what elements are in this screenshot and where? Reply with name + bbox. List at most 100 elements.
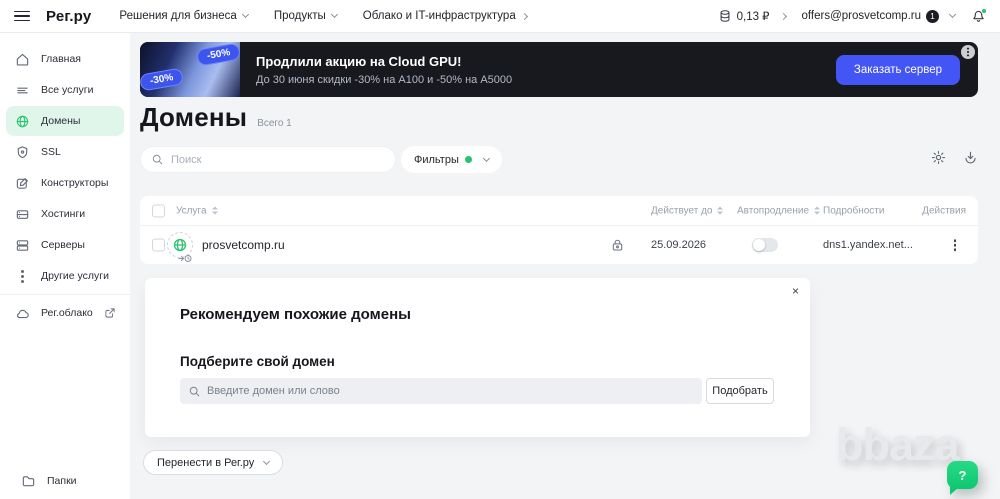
domain-status-icon <box>167 232 193 262</box>
sidebar-divider <box>0 294 130 295</box>
sidebar: Главная Все услуги Домены SSL Конструкто… <box>0 33 130 499</box>
order-server-button[interactable]: Заказать сервер <box>835 54 960 85</box>
chevron-down-icon <box>330 10 338 19</box>
sidebar-item-regcloud[interactable]: Рег.облако <box>6 298 124 328</box>
notifications-badge: 1 <box>926 9 939 23</box>
sidebar-item-hostings[interactable]: Хостинги <box>6 199 124 229</box>
column-actions: Действия <box>922 205 966 216</box>
chevron-down-icon <box>948 10 957 19</box>
logo[interactable]: Рег.ру <box>46 8 91 25</box>
domain-search-box <box>180 378 702 404</box>
recommendation-title: Рекомендуем похожие домены <box>180 306 411 323</box>
search-box <box>140 146 396 173</box>
page-title: Домены <box>140 102 248 132</box>
notifications-button[interactable] <box>971 7 987 24</box>
nav-business-solutions[interactable]: Решения для бизнеса <box>119 10 249 22</box>
row-checkbox[interactable] <box>152 238 165 252</box>
pending-transfer-icon <box>178 254 192 263</box>
search-input[interactable] <box>171 153 385 166</box>
autorenew-toggle[interactable] <box>752 238 778 252</box>
globe-icon <box>16 115 29 127</box>
watermark: bbaza <box>836 419 960 470</box>
ellipsis-icon <box>21 274 24 278</box>
close-icon[interactable]: × <box>792 284 799 298</box>
search-icon <box>189 386 200 396</box>
total-count: Всего 1 <box>257 118 292 129</box>
balance-value: 0,13 ₽ <box>736 11 770 23</box>
chevron-down-icon <box>482 154 490 162</box>
list-icon <box>17 87 28 93</box>
column-expires[interactable]: Действует до <box>651 205 724 216</box>
sidebar-item-constructors[interactable]: Конструкторы <box>6 168 124 198</box>
lock-icon <box>610 238 625 253</box>
coins-icon <box>720 10 730 22</box>
banner-title: Продлили акцию на Cloud GPU! <box>256 53 462 69</box>
settings-button[interactable] <box>931 150 946 165</box>
transfer-to-reg-button[interactable]: Перенести в Рег.ру <box>143 450 284 475</box>
gpu-promo-image: -50% -30% <box>140 42 242 97</box>
cloud-icon <box>17 309 29 318</box>
discount-badge-50: -50% <box>195 42 242 67</box>
row-actions-menu-icon[interactable] <box>953 243 956 247</box>
banner-menu-button[interactable] <box>961 45 975 59</box>
banner-text: Продлили акцию на Cloud GPU! До 30 июня … <box>256 54 512 86</box>
search-icon <box>152 154 163 165</box>
sidebar-item-domains[interactable]: Домены <box>6 106 124 136</box>
active-filter-dot <box>464 156 472 163</box>
sidebar-item-folders[interactable]: Папки <box>12 466 118 496</box>
folder-icon <box>22 475 35 486</box>
external-link-icon <box>105 308 115 318</box>
chevron-right-icon <box>520 12 528 20</box>
chevron-down-icon <box>263 457 271 465</box>
main-content: -50% -30% Продлили акцию на Cloud GPU! Д… <box>130 33 1000 499</box>
recommendation-card: × Рекомендуем похожие домены Подберите с… <box>145 278 810 437</box>
builder-icon <box>16 177 28 189</box>
table-row: prosvetcomp.ru 25.09.2026 dns1.yandex.ne… <box>140 226 978 264</box>
export-button[interactable] <box>963 150 978 165</box>
nav-cloud-it[interactable]: Облако и IT-инфраструктура <box>363 10 528 22</box>
column-service[interactable]: Услуга <box>176 205 218 216</box>
domain-search-input[interactable] <box>207 385 694 397</box>
promo-banner: -50% -30% Продлили акцию на Cloud GPU! Д… <box>140 42 978 97</box>
select-all-checkbox[interactable] <box>152 204 165 217</box>
sidebar-item-home[interactable]: Главная <box>6 44 124 74</box>
app-root: Рег.ру Решения для бизнеса Продукты Обла… <box>0 0 1000 499</box>
chevron-down-icon <box>241 10 249 19</box>
filters-button[interactable]: Фильтры <box>401 146 502 173</box>
home-icon <box>16 53 29 65</box>
column-autorenew[interactable]: Автопродление <box>737 205 821 216</box>
domain-name[interactable]: prosvetcomp.ru <box>202 238 285 252</box>
sidebar-item-ssl[interactable]: SSL <box>6 137 124 167</box>
chevron-right-icon <box>779 12 787 20</box>
recommendation-subtitle: Подберите свой домен <box>180 354 335 369</box>
hosting-icon <box>16 209 29 219</box>
menu-icon[interactable] <box>14 10 30 22</box>
balance-button[interactable]: 0,13 ₽ <box>718 9 787 23</box>
question-icon: ? <box>958 467 967 483</box>
download-icon <box>965 151 976 164</box>
gear-icon <box>931 150 946 165</box>
kebab-menu-icon <box>967 51 969 53</box>
sort-icon <box>814 206 821 215</box>
support-chat-button[interactable]: ? <box>947 461 978 495</box>
pick-domain-button[interactable]: Подобрать <box>706 378 774 404</box>
expires-date: 25.09.2026 <box>651 239 707 251</box>
sort-icon <box>211 206 218 215</box>
shield-icon <box>17 145 28 158</box>
sidebar-item-servers[interactable]: Серверы <box>6 230 124 260</box>
sort-icon <box>717 206 724 215</box>
nav-products[interactable]: Продукты <box>274 10 338 22</box>
account-menu[interactable]: offers@prosvetcomp.ru 1 <box>801 9 957 23</box>
top-navigation: Решения для бизнеса Продукты Облако и IT… <box>119 10 528 22</box>
account-email: offers@prosvetcomp.ru <box>801 10 921 22</box>
notification-dot <box>981 7 987 14</box>
page-heading: Домены Всего 1 <box>140 102 292 133</box>
table-tools <box>931 150 978 165</box>
table-header: Услуга Действует до Автопродление Подроб… <box>140 196 978 226</box>
top-bar: Рег.ру Решения для бизнеса Продукты Обла… <box>0 0 1000 33</box>
domain-picker-row: Подобрать <box>180 378 774 404</box>
dns-details: dns1.yandex.net... <box>823 239 913 251</box>
sidebar-item-other-services[interactable]: Другие услуги <box>6 261 124 291</box>
sidebar-item-all-services[interactable]: Все услуги <box>6 75 124 105</box>
server-icon <box>16 239 29 251</box>
